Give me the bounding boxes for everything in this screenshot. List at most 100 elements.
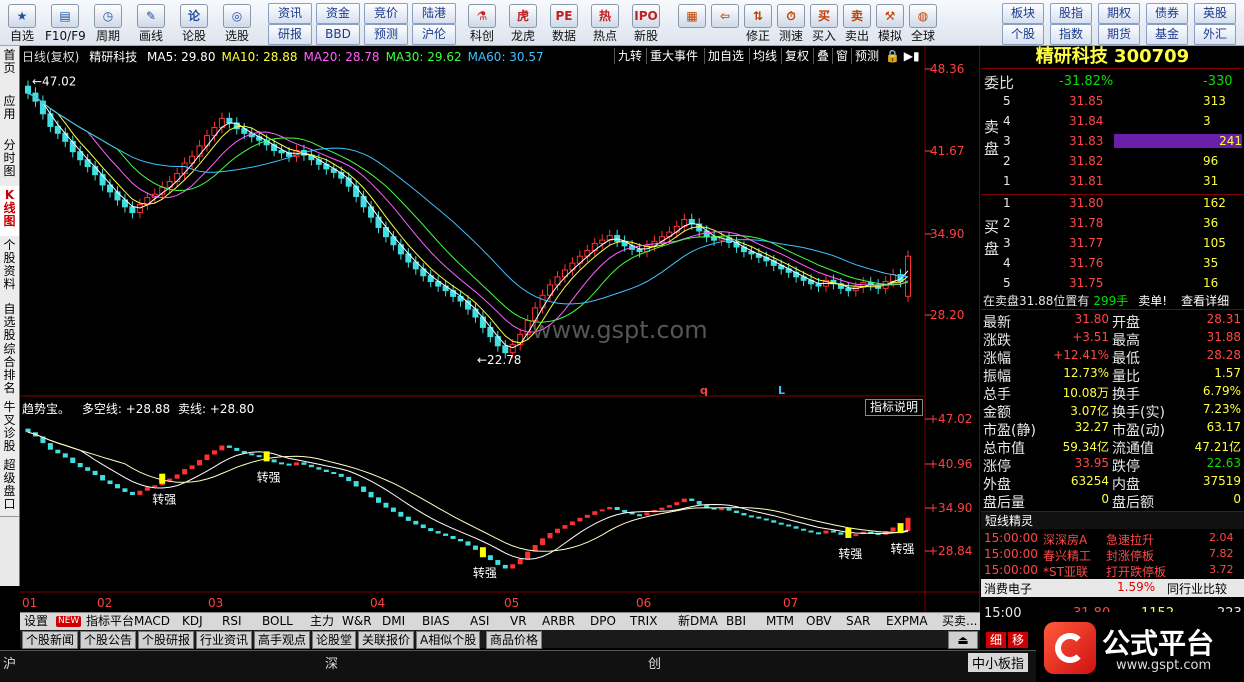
- toolbar2-button-2[interactable]: PE 数据: [544, 2, 584, 44]
- indicator-tab-16[interactable]: 新DMA: [678, 613, 718, 630]
- indicator-tab-19[interactable]: OBV: [806, 613, 832, 630]
- toolbar2-button-1[interactable]: 虎龙虎: [503, 2, 543, 44]
- toolbar3-button-7[interactable]: ◍ 全球: [907, 2, 939, 44]
- indicator-tab-9[interactable]: DMI: [382, 613, 405, 630]
- indicator-tab-1[interactable]: NEW: [56, 616, 82, 627]
- notice-detail-link[interactable]: 查看详细: [1181, 294, 1229, 308]
- indicator-tab-18[interactable]: MTM: [766, 613, 794, 630]
- indicator-tab-4[interactable]: KDJ: [182, 613, 203, 630]
- notice-tag[interactable]: 卖单!: [1138, 294, 1167, 308]
- indicator-tab-17[interactable]: BBI: [726, 613, 746, 630]
- info-tab-1[interactable]: 个股公告: [80, 631, 137, 649]
- quick-link-bottom-3[interactable]: 沪伦: [412, 24, 456, 45]
- status-label-1[interactable]: 深: [325, 653, 338, 672]
- indicator-help-button[interactable]: 指标说明: [865, 399, 923, 416]
- info-tab-0[interactable]: 个股新闻: [22, 631, 79, 649]
- indicator-tab-11[interactable]: ASI: [470, 613, 489, 630]
- toolbar3-label: 模拟: [877, 29, 902, 43]
- info-tab-expand[interactable]: ⏏: [948, 631, 978, 649]
- right-link-top-2[interactable]: 期权: [1098, 3, 1140, 24]
- left-tab-8[interactable]: 超级盘口: [0, 456, 19, 517]
- quick-link-top-2[interactable]: 竞价: [364, 3, 408, 24]
- toolbar-button-3[interactable]: ✎ 画线: [131, 2, 171, 44]
- indicator-tab-13[interactable]: ARBR: [542, 613, 575, 630]
- info-tab-8[interactable]: 商品价格: [486, 631, 543, 649]
- toolbar3-button-0[interactable]: ▦: [676, 2, 708, 44]
- toolbar3-button-3[interactable]: ⏱ 测速: [775, 2, 807, 44]
- left-tab-0[interactable]: 首页: [0, 46, 19, 95]
- stat-label2-0: 开盘: [1112, 315, 1140, 331]
- left-tab-1[interactable]: 应用: [0, 92, 19, 139]
- elf-stock-1[interactable]: 春兴精工: [1043, 547, 1091, 564]
- toolbar3-button-1[interactable]: ⇦: [709, 2, 741, 44]
- indicator-tab-14[interactable]: DPO: [590, 613, 616, 630]
- quick-link-bottom-1[interactable]: BBD: [316, 24, 360, 45]
- elf-pct-2: 3.72: [1209, 563, 1234, 576]
- indicator-tab-8[interactable]: W&R: [342, 613, 372, 630]
- sub-bar: [92, 470, 98, 476]
- toolbar3-button-2[interactable]: ⇅ 修正: [742, 2, 774, 44]
- quick-link-bottom-0[interactable]: 研报: [268, 24, 312, 45]
- kline-chart-panel[interactable]: 日线(复权) 精研科技 MA5: 29.80 MA10: 28.88 MA20: 2…: [20, 46, 980, 612]
- toolbar-button-1[interactable]: ▤ F10/F9: [45, 2, 86, 44]
- indicator-tab-7[interactable]: 主力: [310, 613, 334, 630]
- right-link-bottom-1[interactable]: 指数: [1050, 24, 1092, 45]
- quick-link-top-1[interactable]: 资金: [316, 3, 360, 24]
- elf-stock-0[interactable]: 深深房A: [1043, 531, 1087, 548]
- info-tab-4[interactable]: 高手观点: [254, 631, 311, 649]
- indicator-tab-5[interactable]: RSI: [222, 613, 242, 630]
- detail-tab-1[interactable]: 移: [1008, 632, 1028, 648]
- right-link-bottom-4[interactable]: 外汇: [1194, 24, 1236, 45]
- indicator-tab-15[interactable]: TRIX: [630, 613, 657, 630]
- info-tab-2[interactable]: 个股研报: [138, 631, 195, 649]
- right-link-top-1[interactable]: 股指: [1050, 3, 1092, 24]
- left-tab-2[interactable]: 分时图: [0, 136, 19, 189]
- indicator-tab-6[interactable]: BOLL: [262, 613, 293, 630]
- indicator-tab-3[interactable]: MACD: [134, 613, 170, 630]
- right-link-top-3[interactable]: 债券: [1146, 3, 1188, 24]
- compare-button[interactable]: 同行业比较: [1167, 580, 1227, 597]
- quick-link-bottom-2[interactable]: 预测: [364, 24, 408, 45]
- indicator-tab-22[interactable]: 买卖...: [942, 613, 977, 630]
- toolbar-button-2[interactable]: ◷ 周期: [88, 2, 128, 44]
- indicator-tab-12[interactable]: VR: [510, 613, 527, 630]
- signal-label-3: 转强: [838, 546, 862, 561]
- right-link-bottom-0[interactable]: 个股: [1002, 24, 1044, 45]
- toolbar-button-0[interactable]: ★ 自选: [2, 2, 42, 44]
- toolbar3-button-6[interactable]: ⚒ 模拟: [874, 2, 906, 44]
- quick-link-top-3[interactable]: 陆港: [412, 3, 456, 24]
- status-label-2[interactable]: 创: [648, 653, 661, 672]
- right-link-bottom-2[interactable]: 期货: [1098, 24, 1140, 45]
- quick-link-top-0[interactable]: 资讯: [268, 3, 312, 24]
- info-tab-5[interactable]: 论股堂: [312, 631, 357, 649]
- right-link-bottom-3[interactable]: 基金: [1146, 24, 1188, 45]
- status-label-0[interactable]: 沪: [3, 653, 16, 672]
- toolbar-button-5[interactable]: ◎ 选股: [217, 2, 257, 44]
- left-tab-4[interactable]: 个股资料: [0, 236, 19, 303]
- right-link-top-0[interactable]: 板块: [1002, 3, 1044, 24]
- detail-tab-0[interactable]: 细: [986, 632, 1006, 648]
- indicator-tab-20[interactable]: SAR: [846, 613, 870, 630]
- right-link-top-4[interactable]: 英股: [1194, 3, 1236, 24]
- info-tab-6[interactable]: 关联报价: [358, 631, 415, 649]
- indicator-tab-21[interactable]: EXPMA: [886, 613, 928, 630]
- toolbar2-button-4[interactable]: IPO 新股: [626, 2, 666, 44]
- indicator-tab-2[interactable]: 指标平台: [86, 613, 134, 630]
- chart-canvas[interactable]: ←47.02←22.78q L转强转强转强转强 转强: [20, 46, 980, 612]
- left-tab-7[interactable]: 牛叉诊股: [0, 398, 19, 459]
- toolbar2-button-0[interactable]: ⚗ 科创: [462, 2, 502, 44]
- status-label-3[interactable]: 中小板指: [968, 653, 1029, 672]
- left-tab-6[interactable]: 综合排名: [0, 340, 19, 401]
- sub-bar: [830, 530, 836, 533]
- left-tab-5[interactable]: 自选股: [0, 300, 19, 343]
- info-tab-7[interactable]: A相似个股: [416, 631, 481, 649]
- toolbar3-button-4[interactable]: 买买入: [808, 2, 840, 44]
- toolbar3-button-5[interactable]: 卖卖出: [841, 2, 873, 44]
- indicator-tab-0[interactable]: 设置: [24, 613, 48, 630]
- info-tab-3[interactable]: 行业资讯: [196, 631, 253, 649]
- indicator-tab-10[interactable]: BIAS: [422, 613, 450, 630]
- elf-stock-2[interactable]: *ST亚联: [1043, 563, 1088, 580]
- left-tab-3[interactable]: K线图: [0, 186, 19, 239]
- toolbar2-button-3[interactable]: 热热点: [585, 2, 625, 44]
- toolbar-button-4[interactable]: 论论股: [174, 2, 214, 44]
